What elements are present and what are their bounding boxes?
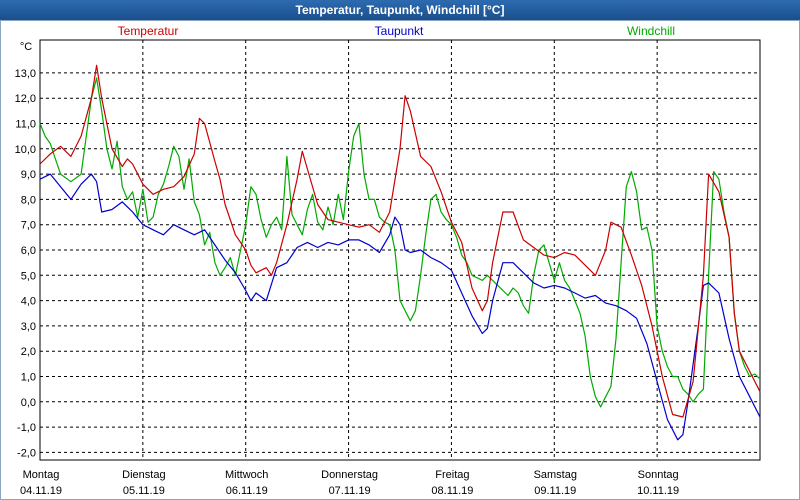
y-tick-label: 1,0 — [21, 372, 36, 384]
y-tick-label: 5,0 — [21, 270, 36, 282]
y-tick-label: 4,0 — [21, 296, 36, 308]
y-tick-label: 8,0 — [21, 194, 36, 206]
x-tick-date: 07.11.19 — [329, 485, 371, 497]
y-tick-label: 0,0 — [21, 397, 36, 409]
y-tick-label: 7,0 — [21, 220, 36, 232]
x-tick-day: Freitag — [435, 469, 469, 481]
x-tick-date: 08.11.19 — [431, 485, 473, 497]
x-tick-day: Donnerstag — [321, 469, 378, 481]
x-tick-day: Sonntag — [638, 469, 679, 481]
x-tick-day: Mittwoch — [225, 469, 268, 481]
y-tick-label: 12,0 — [15, 93, 36, 105]
y-axis-label: °C — [20, 41, 32, 53]
x-axis-ticks: Montag 04.11.19 Dienstag 05.11.19 Mittwoch 06… — [20, 469, 679, 497]
x-tick-date: 04.11.19 — [20, 485, 62, 497]
y-tick-label: -2,0 — [17, 447, 36, 459]
x-tick-date: 09.11.19 — [534, 485, 576, 497]
x-tick-day: Samstag — [534, 469, 577, 481]
line-chart: 13,0 12,0 11,0 10,0 9,0 8,0 7,0 6,0 5,0 4,0 3,0 2,0… — [15, 24, 761, 497]
y-tick-label: -1,0 — [17, 422, 36, 434]
y-tick-label: 6,0 — [21, 245, 36, 257]
y-tick-label: 13,0 — [15, 68, 36, 80]
y-tick-label: 9,0 — [21, 169, 36, 181]
x-tick-date: 06.11.19 — [226, 485, 268, 497]
y-tick-label: 10,0 — [15, 144, 36, 156]
legend: Temperatur Taupunkt Windchill — [118, 24, 675, 38]
y-tick-label: 11,0 — [15, 118, 36, 130]
x-tick-day: Montag — [23, 469, 60, 481]
y-tick-label: 3,0 — [21, 321, 36, 333]
y-axis-ticks: 13,0 12,0 11,0 10,0 9,0 8,0 7,0 6,0 5,0 4,0 3,0 2,0… — [15, 68, 36, 460]
legend-windchill: Windchill — [627, 24, 675, 38]
window-title: Temperatur, Taupunkt, Windchill [°C] — [0, 0, 800, 20]
legend-temperatur: Temperatur — [118, 24, 179, 38]
y-tick-label: 2,0 — [21, 346, 36, 358]
chart-window: Temperatur, Taupunkt, Windchill [°C] 13,… — [0, 0, 800, 500]
legend-taupunkt: Taupunkt — [375, 24, 424, 38]
x-tick-date: 10.11.19 — [637, 485, 679, 497]
x-tick-day: Dienstag — [122, 469, 165, 481]
x-tick-date: 05.11.19 — [123, 485, 165, 497]
